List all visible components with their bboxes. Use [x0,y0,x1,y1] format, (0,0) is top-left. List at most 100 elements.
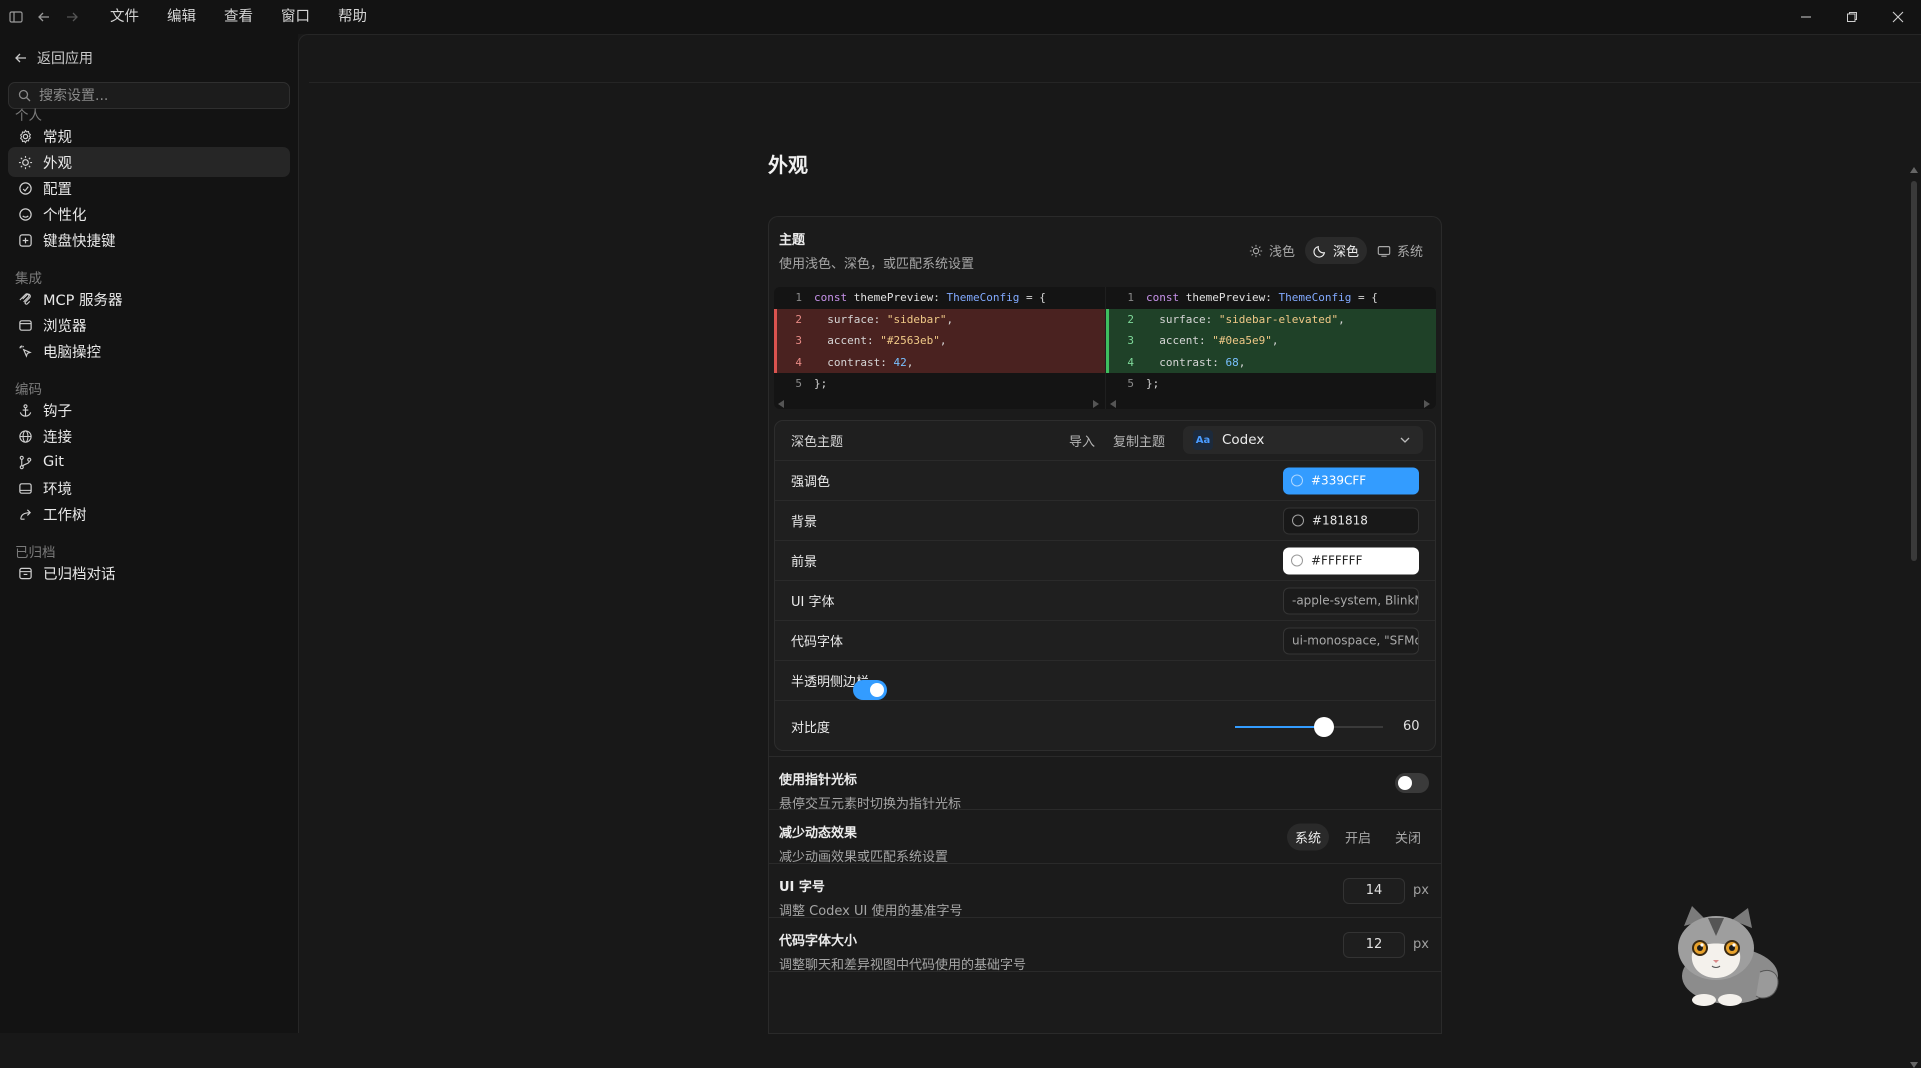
copy-theme-button[interactable]: 复制主题 [1113,431,1165,450]
translucent-sidebar-toggle[interactable] [853,680,888,700]
settings-search [8,82,290,109]
theme-mode-light[interactable]: 浅色 [1241,237,1303,264]
ui-font-input[interactable]: -apple-system, BlinkMacSystemFont [1283,587,1419,614]
code-token: const [814,291,854,305]
sidebar-item-label: 工作树 [43,507,87,524]
reduce-motion-system[interactable]: 系统 [1286,823,1329,850]
reduce-motion-selector: 系统 开启 关闭 [1286,823,1429,850]
theme-select[interactable]: Aa Codex [1183,426,1423,454]
accent-color-label: 强调色 [791,475,831,490]
code-token: "#0ea5e9" [1212,334,1272,348]
diff-line: 3 accent: "#0ea5e9", [1106,330,1436,352]
diff-pane-after: 1 const themePreview: ThemeConfig = {2 su… [1105,287,1436,409]
cat-mascot-image [1668,904,1788,1008]
monitor-icon [1377,244,1391,258]
background-color-picker[interactable]: #181818 [1283,507,1419,534]
forward-arrow-icon[interactable] [60,5,84,29]
restore-icon[interactable] [1829,0,1875,34]
theme-mode-system[interactable]: 系统 [1369,237,1431,264]
pointer-cursor-row: 使用指针光标 悬停交互元素时切换为指针光标 [768,756,1442,812]
translucent-sidebar-row: 半透明侧边栏 [775,660,1435,700]
foreground-color-row: 前景 #FFFFFF [775,540,1435,580]
accent-color-value: #339CFF [1311,473,1367,488]
sidebar-item-label: MCP 服务器 [43,292,123,309]
title-bar: 文件 编辑 查看 窗口 帮助 [0,0,1921,34]
foreground-color-value: #FFFFFF [1311,553,1363,568]
diff-line: 4 contrast: 68, [1106,351,1436,373]
code-font-size-input[interactable]: 12 [1343,931,1406,958]
code-token: accent: [1146,334,1213,348]
code-token: surface: [814,312,887,326]
next-setting-row [768,972,1442,1034]
code-token: ThemeConfig [1278,291,1352,305]
reduce-motion-on[interactable]: 开启 [1337,823,1379,850]
sidebar-item-computer-control[interactable]: 电脑操控 [8,336,290,366]
sidebar-item-archived-chats[interactable]: 已归档对话 [8,558,290,588]
back-to-app-link[interactable]: 返回应用 [14,48,93,68]
pointer-cursor-title: 使用指针光标 [779,773,858,788]
theme-mode-dark[interactable]: 深色 [1304,237,1367,264]
diff-line-number: 4 [1127,355,1134,369]
diff-line-number: 2 [1127,312,1134,326]
code-token: surface: [1146,312,1219,326]
sidebar-toggle-icon[interactable] [4,5,28,29]
sidebar-item-label: 外观 [43,155,72,172]
close-icon[interactable] [1875,0,1921,34]
color-dot-icon [1292,514,1304,527]
diff-line: 5}; [774,373,1105,395]
sidebar-item-worktree[interactable]: 工作树 [8,499,290,529]
diff-horizontal-scrollbar[interactable] [774,399,1105,409]
code-token: contrast: [1146,355,1226,369]
menu-help[interactable]: 帮助 [324,0,381,34]
contrast-slider[interactable] [1235,716,1383,737]
code-token: accent: [814,334,881,348]
reduce-motion-off[interactable]: 关闭 [1387,823,1429,850]
diff-line-number: 5 [1127,377,1134,391]
sidebar-item-label: 钩子 [43,403,72,420]
diff-line: 5}; [1106,373,1436,395]
code-token: }; [1146,377,1160,391]
menu-view[interactable]: 查看 [210,0,267,34]
keyboard-icon [17,232,33,248]
pointer-cursor-toggle[interactable] [1395,773,1429,793]
diff-line: 1 const themePreview: ThemeConfig = { [774,287,1105,309]
back-arrow-icon[interactable] [32,5,56,29]
code-token: ThemeConfig [946,291,1020,305]
sun-icon [1249,244,1263,258]
sidebar-item-keyboard-shortcuts[interactable]: 键盘快捷键 [8,225,290,255]
environment-icon [17,480,33,496]
accent-color-picker[interactable]: #339CFF [1283,467,1419,494]
code-font-size-title: 代码字体大小 [779,934,858,949]
sidebar-item-label: 配置 [43,181,72,198]
theme-mode-label: 系统 [1396,245,1423,260]
code-token: }; [814,377,828,391]
ui-font-size-input[interactable]: 14 [1343,877,1406,904]
code-token: : [933,291,947,305]
diff-horizontal-scrollbar[interactable] [1106,399,1436,409]
color-dot-icon [1291,554,1303,567]
minimize-icon[interactable] [1783,0,1829,34]
theme-select-value: Codex [1222,432,1265,448]
code-font-label: 代码字体 [791,635,844,650]
menu-window[interactable]: 窗口 [267,0,324,34]
code-token: 42 [893,355,907,369]
code-font-input[interactable]: ui-monospace, "SFMono-Regular" [1283,627,1419,654]
computer-control-icon [17,343,33,359]
menu-edit[interactable]: 编辑 [153,0,210,34]
diff-line: 4 contrast: 42, [774,351,1105,373]
background-color-value: #181818 [1312,513,1368,528]
foreground-color-picker[interactable]: #FFFFFF [1283,547,1419,574]
diff-pane-before: 1 const themePreview: ThemeConfig = {2 su… [774,287,1105,409]
dark-theme-header: 深色主题 导入 复制主题 Aa Codex [775,421,1435,460]
theme-description: 使用浅色、深色，或匹配系统设置 [779,257,975,272]
reduce-motion-row: 减少动态效果 减少动画效果或匹配系统设置 系统 开启 关闭 [768,810,1442,865]
menu-file[interactable]: 文件 [96,0,153,34]
code-token: , [1271,334,1279,348]
import-theme-button[interactable]: 导入 [1069,431,1095,450]
search-input[interactable] [39,87,279,104]
vertical-scrollbar[interactable] [1907,159,1921,1068]
code-token: "sidebar-elevated" [1218,312,1339,326]
dark-theme-label: 深色主题 [791,435,844,450]
window-controls [1783,0,1921,34]
page-title: 外观 [768,153,808,177]
